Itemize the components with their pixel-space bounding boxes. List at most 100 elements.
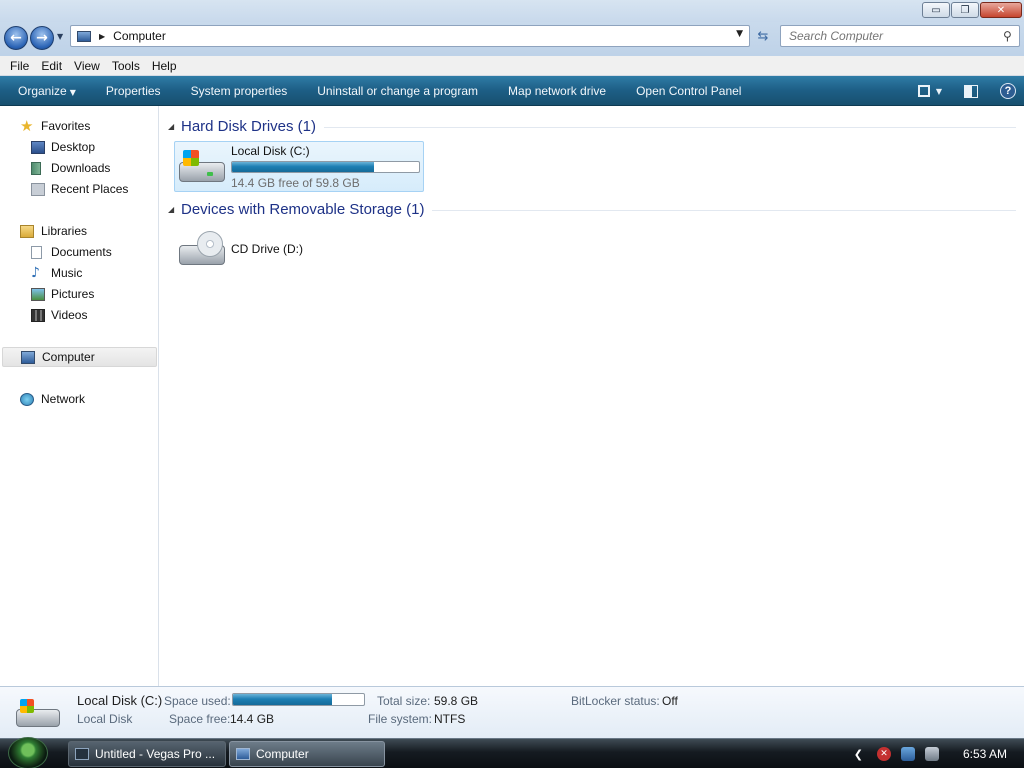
hard-drive-icon: [179, 150, 225, 188]
file-system-label: File system:: [368, 712, 433, 726]
security-alert-icon[interactable]: ✕: [876, 747, 891, 761]
taskbar-button-label: Untitled - Vegas Pro ...: [95, 747, 216, 761]
bitlocker-value: Off: [662, 694, 678, 708]
recent-pages-dropdown[interactable]: ▼: [57, 32, 63, 41]
maximize-button[interactable]: ❐: [951, 2, 979, 18]
search-box[interactable]: ⚲: [780, 25, 1020, 47]
menu-edit[interactable]: Edit: [35, 59, 68, 73]
group-header-removable-storage[interactable]: ◢ Devices with Removable Storage (1): [168, 199, 1016, 219]
nav-computer[interactable]: Computer: [2, 347, 157, 367]
network-status-icon[interactable]: [900, 747, 915, 761]
space-free-value: 14.4 GB: [230, 712, 275, 726]
open-control-panel-button[interactable]: Open Control Panel: [621, 84, 756, 98]
drive-usage-fill: [232, 162, 374, 172]
total-size-label: Total size:: [377, 694, 431, 708]
breadcrumb-chevron-icon[interactable]: ▶: [99, 32, 105, 41]
network-icon: [20, 392, 34, 406]
search-icon[interactable]: ⚲: [1003, 29, 1019, 43]
collapse-triangle-icon[interactable]: ◢: [168, 122, 181, 131]
nav-libraries-label: Libraries: [41, 224, 88, 238]
nav-item-videos[interactable]: Videos: [0, 305, 158, 325]
clock[interactable]: 6:53 AM: [963, 747, 1007, 761]
windows-logo-icon: [183, 150, 199, 166]
back-button[interactable]: ←: [4, 26, 28, 50]
cd-drive-icon: [179, 231, 225, 271]
space-free-label: Space free:: [169, 712, 231, 726]
nav-item-music[interactable]: ♪ Music: [0, 263, 158, 283]
nav-network[interactable]: Network: [0, 389, 158, 409]
nav-item-recent-places[interactable]: Recent Places: [0, 179, 158, 199]
nav-favorites[interactable]: ★ Favorites: [0, 116, 158, 136]
preview-pane-icon[interactable]: [964, 84, 978, 98]
windows-logo-icon: [20, 699, 34, 713]
nav-item-label: Videos: [51, 308, 88, 322]
vegas-app-icon: [75, 748, 89, 760]
taskbar-button-vegas[interactable]: Untitled - Vegas Pro ...: [68, 741, 226, 767]
views-dropdown-icon[interactable]: ▼: [936, 87, 942, 96]
drive-local-disk-c[interactable]: Local Disk (C:) 14.4 GB free of 59.8 GB: [174, 141, 424, 192]
system-properties-button[interactable]: System properties: [176, 84, 303, 98]
help-icon[interactable]: ?: [1000, 83, 1016, 99]
nav-libraries[interactable]: Libraries: [0, 221, 158, 241]
menu-bar: File Edit View Tools Help: [0, 56, 1024, 76]
menu-file[interactable]: File: [4, 59, 35, 73]
recent-places-icon: [31, 182, 45, 196]
command-bar-right: ▼ ?: [917, 76, 1024, 106]
taskbar-button-label: Computer: [256, 747, 309, 761]
address-bar[interactable]: ▶ Computer ▼: [70, 25, 750, 47]
music-icon: ♪: [31, 264, 40, 281]
nav-favorites-label: Favorites: [41, 119, 91, 133]
address-dropdown-icon[interactable]: ▼: [736, 29, 743, 39]
space-used-fill: [233, 694, 333, 705]
search-input[interactable]: [781, 29, 1003, 43]
volume-muted-icon[interactable]: [924, 747, 939, 761]
details-drive-name: Local Disk (C:): [77, 693, 163, 708]
chevron-down-icon: ▼: [69, 87, 76, 97]
taskbar-button-computer[interactable]: Computer: [229, 741, 385, 767]
file-system-value: NTFS: [434, 712, 466, 726]
drive-name: CD Drive (D:): [231, 242, 303, 256]
nav-item-pictures[interactable]: Pictures: [0, 284, 158, 304]
group-title: Hard Disk Drives (1): [181, 117, 317, 135]
group-divider: [432, 209, 1016, 211]
views-icon[interactable]: [917, 85, 930, 97]
menu-view[interactable]: View: [68, 59, 106, 73]
menu-help[interactable]: Help: [146, 59, 183, 73]
taskbar: Untitled - Vegas Pro ... Computer ❮ ✕ 6:…: [0, 737, 1024, 768]
details-pane: Local Disk (C:) Local Disk Space used: S…: [0, 686, 1024, 738]
arrow-right-icon: →: [36, 30, 48, 46]
drive-cd-d[interactable]: CD Drive (D:): [174, 224, 424, 275]
pictures-icon: [31, 287, 45, 301]
nav-item-label: Music: [51, 266, 83, 280]
uninstall-program-button[interactable]: Uninstall or change a program: [302, 84, 493, 98]
nav-network-label: Network: [41, 392, 86, 406]
drive-usage-bar: [231, 161, 420, 173]
show-hidden-icons-button[interactable]: ❮: [854, 748, 863, 761]
collapse-triangle-icon[interactable]: ◢: [168, 205, 181, 214]
nav-item-label: Documents: [51, 245, 112, 259]
cd-disc-icon: [197, 231, 223, 257]
space-used-bar: [232, 693, 365, 706]
nav-item-documents[interactable]: Documents: [0, 242, 158, 262]
menu-tools[interactable]: Tools: [106, 59, 146, 73]
start-button[interactable]: [8, 737, 48, 768]
group-header-hard-disk-drives[interactable]: ◢ Hard Disk Drives (1): [168, 116, 1016, 136]
map-network-drive-button[interactable]: Map network drive: [493, 84, 621, 98]
drive-name: Local Disk (C:): [231, 144, 310, 158]
properties-button[interactable]: Properties: [91, 84, 176, 98]
drive-free-space: 14.4 GB free of 59.8 GB: [231, 176, 360, 190]
organize-button[interactable]: Organize ▼: [0, 84, 91, 98]
close-button[interactable]: ✕: [980, 2, 1022, 18]
organize-label: Organize: [18, 83, 67, 98]
breadcrumb-computer[interactable]: Computer: [113, 29, 166, 43]
title-bar: ▭ ❐ ✕: [0, 0, 1024, 22]
downloads-icon: [31, 161, 41, 175]
computer-icon: [236, 748, 250, 760]
forward-button[interactable]: →: [30, 26, 54, 50]
refresh-button[interactable]: ⇆: [752, 25, 774, 47]
computer-icon: [21, 350, 35, 364]
minimize-button[interactable]: ▭: [922, 2, 950, 18]
nav-item-desktop[interactable]: Desktop: [0, 137, 158, 157]
group-title: Devices with Removable Storage (1): [181, 200, 425, 218]
nav-item-downloads[interactable]: Downloads: [0, 158, 158, 178]
